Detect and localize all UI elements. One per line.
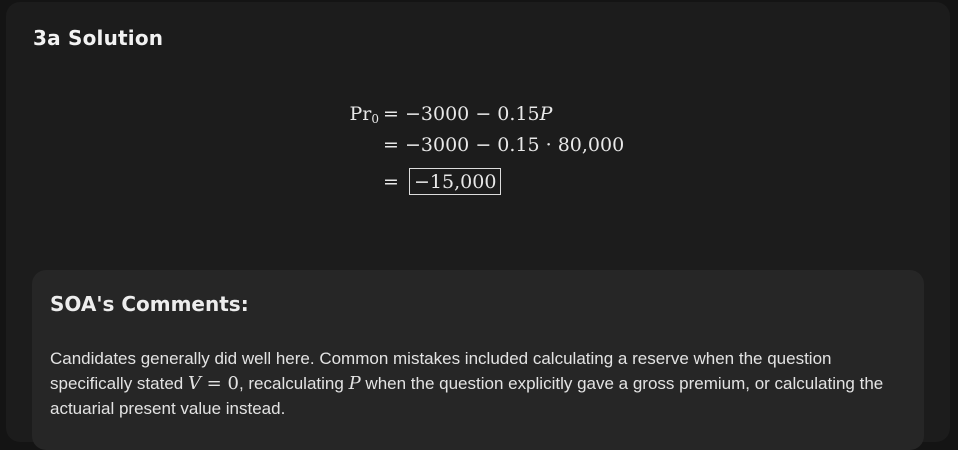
equation-line-1-expr: −3000 − 0.15 [405, 103, 540, 125]
equation-lhs-sub: 0 [371, 112, 379, 126]
equals-sign: = [383, 171, 399, 193]
equation-lhs: Pr0 [339, 103, 379, 126]
equals-sign: = [383, 103, 399, 125]
solution-title: 3a Solution [33, 26, 164, 50]
soa-comments-panel: SOA's Comments: Candidates generally did… [32, 270, 924, 450]
math-variable-v: V [187, 373, 201, 394]
equation-line-2: = −3000 − 0.15 · 80,000 [383, 134, 624, 156]
math-equals-zero: = 0 [200, 373, 239, 394]
comments-text-part-2: , recalculating [238, 374, 349, 393]
equation-line-1-var: P [539, 103, 553, 125]
equation-line-2-expr: −3000 − 0.15 · 80,000 [405, 134, 625, 156]
equation-line-1: = −3000 − 0.15P [383, 103, 552, 125]
soa-comments-text: Candidates generally did well here. Comm… [50, 346, 890, 421]
math-variable-p: P [348, 373, 361, 394]
equals-sign: = [383, 134, 399, 156]
soa-comments-title: SOA's Comments: [50, 292, 249, 316]
equation-line-3: = −15,000 [383, 168, 502, 195]
solution-card: 3a Solution Pr0 = −3000 − 0.15P = −3000 − … [6, 2, 950, 450]
equation-lhs-base: Pr [349, 103, 372, 125]
boxed-result: −15,000 [409, 168, 502, 195]
